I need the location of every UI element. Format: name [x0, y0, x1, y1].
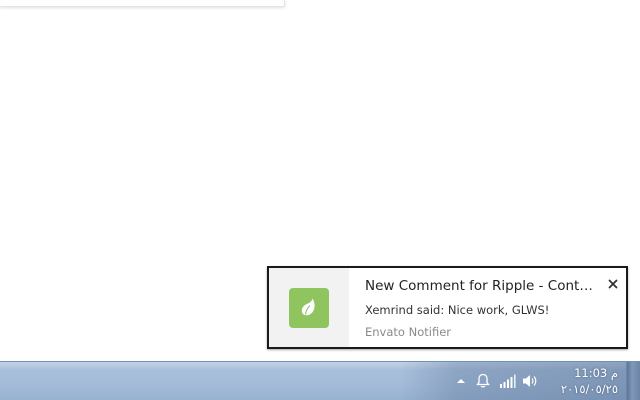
signal-bars-icon[interactable]	[498, 373, 516, 389]
chevron-up-icon[interactable]	[452, 373, 470, 389]
clock-date: ٢٠١٥/٠٥/٢٥	[560, 382, 618, 396]
system-clock[interactable]: 11:03 م ٢٠١٥/٠٥/٢٥	[548, 365, 618, 397]
notification-icon-panel	[269, 268, 349, 347]
taskbar: 11:03 م ٢٠١٥/٠٥/٢٥	[0, 361, 640, 400]
bell-icon[interactable]	[474, 373, 492, 389]
notification-toast[interactable]: New Comment for Ripple - Content Slider.…	[267, 266, 628, 349]
speaker-icon[interactable]	[521, 373, 539, 389]
clock-time: 11:03 م	[574, 366, 618, 380]
notification-title: New Comment for Ripple - Content Slider.…	[365, 278, 601, 294]
notification-message: Xemrind said: Nice work, GLWS!	[365, 303, 550, 317]
notification-source: Envato Notifier	[365, 325, 451, 339]
show-desktop-button[interactable]	[626, 362, 640, 400]
envato-leaf-icon	[289, 288, 329, 328]
close-icon[interactable]	[607, 275, 619, 289]
background-window	[0, 0, 285, 7]
